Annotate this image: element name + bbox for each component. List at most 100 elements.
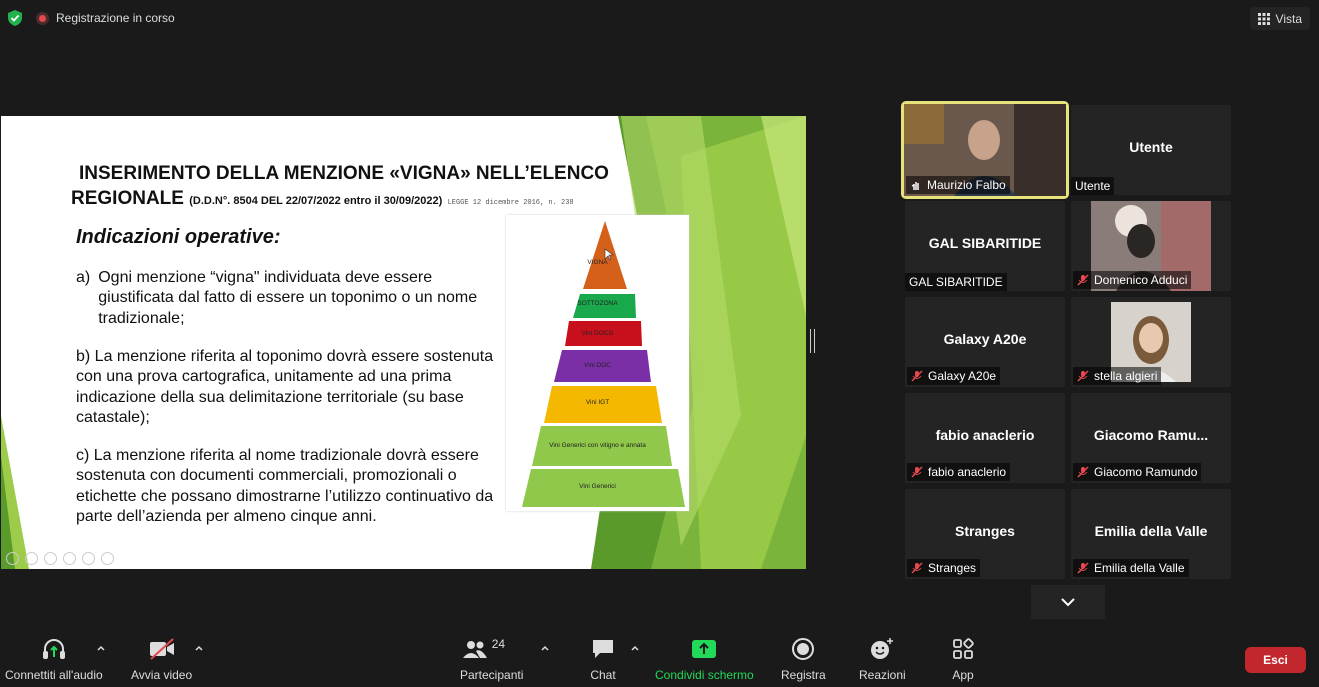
participant-tile-name: Galaxy A20e: [943, 331, 1027, 347]
participant-name-label: Giacomo Ramundo: [1073, 463, 1202, 481]
pyramid-label-doc: Vini DOC: [584, 362, 611, 369]
participant-tile-9[interactable]: Emilia della Valle Emilia della Valle: [1071, 489, 1231, 579]
video-off-icon: [149, 636, 175, 662]
slide-controls[interactable]: [6, 552, 114, 565]
view-label: Vista: [1275, 11, 1302, 26]
participant-tile-4[interactable]: Galaxy A20e Galaxy A20e: [905, 297, 1065, 387]
slide-title-line1: INSERIMENTO DELLA MENZIONE «VIGNA» NELL’…: [79, 163, 609, 184]
slide-title-law: LEGGE 12 dicembre 2016, n. 238: [447, 199, 574, 207]
more-icon[interactable]: [101, 552, 114, 565]
participant-tile-6[interactable]: fabio anaclerio fabio anaclerio: [905, 393, 1065, 483]
video-options-caret-icon[interactable]: [194, 643, 204, 653]
reactions-button[interactable]: Reazioni: [859, 636, 906, 682]
participant-tile-name: Stranges: [955, 523, 1015, 539]
record-label: Registra: [781, 668, 826, 682]
pyramid-label-sottozona: SOTTOZONA: [577, 300, 618, 307]
record-button[interactable]: Registra: [781, 636, 826, 682]
mic-muted-icon: [1077, 274, 1089, 286]
audio-label: Connettiti all'audio: [5, 668, 103, 682]
participant-name-label: Stranges: [907, 559, 981, 577]
pyramid-diagram: VIGNA SOTTOZONA Vini DOCG Vini DOC Vini …: [506, 215, 689, 511]
chat-options-caret-icon[interactable]: [630, 643, 640, 653]
participant-name-label: Galaxy A20e: [907, 367, 1001, 385]
participant-name-label: Utente: [1071, 177, 1115, 195]
apps-label: App: [952, 668, 974, 682]
participant-tile-name: Giacomo Ramu...: [1093, 427, 1209, 443]
leave-meeting-button[interactable]: Esci: [1245, 647, 1306, 673]
participant-name-label: Domenico Adduci: [1073, 271, 1192, 289]
reactions-label: Reazioni: [859, 668, 906, 682]
participant-tile-name: fabio anaclerio: [935, 427, 1035, 443]
shared-screen[interactable]: INSERIMENTO DELLA MENZIONE «VIGNA» NELL’…: [1, 116, 806, 569]
share-screen-button[interactable]: Condividi schermo: [655, 636, 754, 682]
slide-prev-icon[interactable]: [6, 552, 19, 565]
pyramid-label-igt: Vini IGT: [585, 399, 610, 406]
participant-tile-8[interactable]: Stranges Stranges: [905, 489, 1065, 579]
pyramid-label-generici-vitigno: Vini Generici con vitigno e annata: [549, 442, 646, 449]
participant-name-label: Maurizio Falbo: [906, 176, 1010, 194]
chat-label: Chat: [590, 668, 616, 682]
mic-muted-icon: [1077, 466, 1089, 478]
participant-tile-5[interactable]: stella algieri: [1071, 297, 1231, 387]
video-button[interactable]: Avvia video: [131, 636, 192, 682]
raised-hand-icon: [911, 182, 919, 190]
recording-indicator[interactable]: Registrazione in corso: [36, 8, 175, 28]
participants-icon: 24: [462, 636, 522, 662]
mic-muted-icon: [1077, 370, 1089, 382]
mic-muted-icon: [911, 466, 923, 478]
mic-muted-icon: [911, 562, 923, 574]
slide-next-icon[interactable]: [25, 552, 38, 565]
slides-grid-icon[interactable]: [63, 552, 76, 565]
participant-tile-name: GAL SIBARITIDE: [928, 235, 1042, 251]
chat-button[interactable]: Chat: [590, 636, 616, 682]
participant-tile-0[interactable]: Maurizio Falbo: [901, 101, 1069, 199]
chat-icon: [590, 636, 616, 662]
participants-count: 24: [491, 637, 506, 651]
mic-muted-icon: [1077, 562, 1089, 574]
gallery-next-page-button[interactable]: [1031, 585, 1105, 619]
slide-heading: Indicazioni operative:: [76, 226, 281, 248]
participant-name-label: GAL SIBARITIDE: [905, 273, 1007, 291]
grid-icon: [1257, 12, 1270, 25]
video-label: Avvia video: [131, 668, 193, 682]
slide-paragraph-c: c) La menzione riferita al nome tradizio…: [76, 447, 494, 525]
participants-options-caret-icon[interactable]: [540, 643, 550, 653]
slide-paragraph-a: a) Ogni menzione “vigna" individuata dev…: [76, 268, 496, 329]
participant-tile-name: Emilia della Valle: [1094, 523, 1208, 539]
chevron-down-icon: [1061, 598, 1075, 607]
pyramid-label-generici: Vini Generici: [579, 483, 616, 490]
apps-icon: [950, 636, 976, 662]
mic-muted-icon: [911, 370, 923, 382]
paragraph-a-marker: a): [76, 269, 91, 286]
view-button[interactable]: Vista: [1249, 7, 1310, 30]
headphones-icon: [41, 636, 67, 662]
audio-button[interactable]: Connettiti all'audio: [5, 636, 103, 682]
zoom-icon[interactable]: [82, 552, 95, 565]
participant-tile-1[interactable]: Utente Utente: [1071, 105, 1231, 195]
participant-name-label: stella algieri: [1073, 367, 1162, 385]
record-icon: [790, 636, 816, 662]
participant-name-label: fabio anaclerio: [907, 463, 1011, 481]
slide-title-line2: REGIONALE: [71, 188, 184, 209]
slide-title: INSERIMENTO DELLA MENZIONE «VIGNA» NELL’…: [71, 161, 611, 216]
participant-name-label: Emilia della Valle: [1073, 559, 1189, 577]
participant-tile-7[interactable]: Giacomo Ramu... Giacomo Ramundo: [1071, 393, 1231, 483]
slide-title-ref: (D.D.N°. 8504 DEL 22/07/2022 entro il 30…: [189, 195, 443, 207]
slide-paragraph-b: b) La menzione riferita al toponimo dovr…: [76, 348, 494, 426]
share-screen-icon: [691, 636, 717, 662]
pyramid-label-docg: Vini DOCG: [581, 330, 614, 337]
participants-button[interactable]: 24 Partecipanti: [460, 636, 523, 682]
split-view-handle[interactable]: [810, 329, 815, 353]
pyramid-label-vigna: VIGNA: [587, 259, 608, 266]
encryption-shield-icon[interactable]: [6, 9, 24, 27]
audio-options-caret-icon[interactable]: [96, 643, 106, 653]
participant-tile-2[interactable]: GAL SIBARITIDE GAL SIBARITIDE: [905, 201, 1065, 291]
participants-label: Partecipanti: [460, 668, 524, 682]
apps-button[interactable]: App: [950, 636, 976, 682]
recording-label: Registrazione in corso: [56, 11, 175, 25]
paragraph-a-text: Ogni menzione “vigna" individuata deve e…: [98, 269, 478, 327]
record-dot-icon: [36, 11, 49, 25]
pen-icon[interactable]: [44, 552, 57, 565]
participant-tile-3[interactable]: Domenico Adduci: [1071, 201, 1231, 291]
share-screen-label: Condividi schermo: [655, 668, 754, 682]
